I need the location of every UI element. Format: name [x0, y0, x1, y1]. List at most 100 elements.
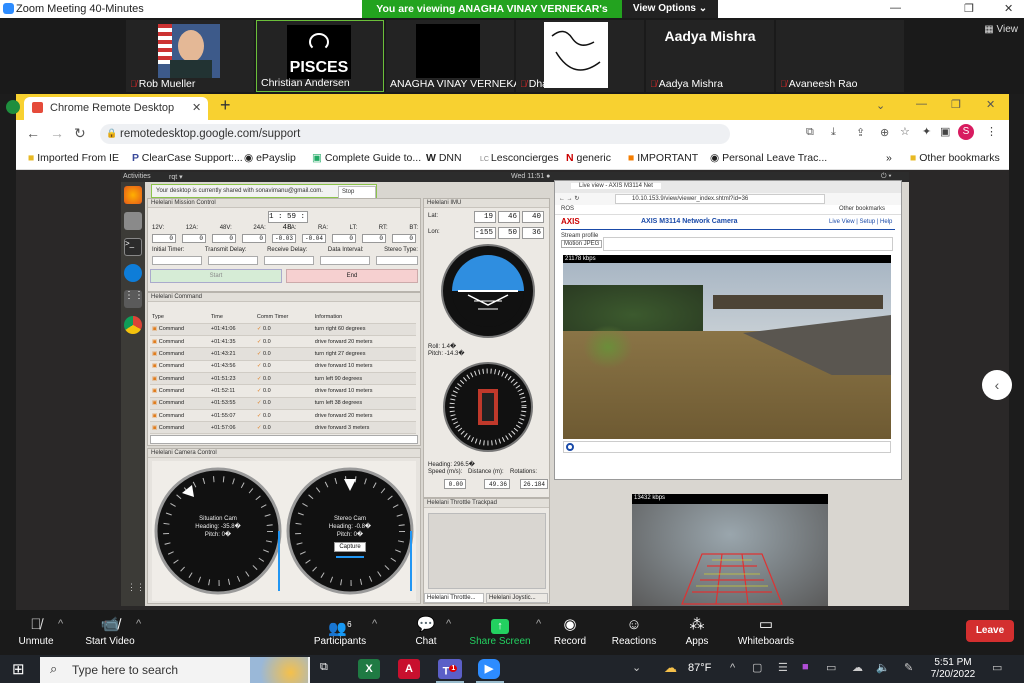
throttle-trackpad[interactable]	[428, 513, 546, 589]
command-row[interactable]: ▣ Command +01:43:56 ✓ 0.0 drive forward 10 …	[150, 360, 416, 373]
download-icon[interactable]: ⤓	[831, 126, 836, 139]
whiteboards-button[interactable]: ▭ Whiteboards	[736, 614, 796, 647]
zoom-taskbar-icon[interactable]: ▶	[478, 659, 500, 679]
chevron-up-icon[interactable]: ^	[730, 662, 735, 674]
speaker-icon[interactable]: 🔈	[876, 661, 890, 674]
participant-tile[interactable]: 🎙̸ Rob Mueller	[126, 20, 254, 92]
bookmark-item[interactable]: ▣ Complete Guide to...	[312, 152, 421, 164]
video-controls[interactable]	[563, 441, 891, 453]
camera-links[interactable]: Live View | Setup | Help	[829, 219, 892, 225]
command-row[interactable]: ▣ Command +01:55:07 ✓ 0.0 drive forward 20 …	[150, 409, 416, 423]
maximize-icon[interactable]: ❐	[964, 2, 974, 15]
play-icon[interactable]	[566, 443, 574, 451]
live-video-feed[interactable]: 21178 kbps	[563, 255, 891, 439]
bookmark-item[interactable]: W DNN	[426, 152, 462, 164]
onedrive-icon[interactable]: ⌄	[632, 661, 641, 674]
chevron-up-icon[interactable]: ^	[136, 618, 141, 630]
participant-tile[interactable]: 🎙̸ Avaneesh Rao	[776, 20, 904, 92]
chat-tray-icon[interactable]: ▭	[826, 661, 836, 674]
profile-avatar[interactable]: S	[958, 124, 974, 140]
other-bookmarks[interactable]: ■ Other bookmarks	[910, 152, 1000, 164]
chevron-up-icon[interactable]: ^	[446, 618, 451, 630]
firefox-icon[interactable]	[124, 186, 142, 204]
stereo-video-feed[interactable]: 13432 kbps	[632, 494, 828, 606]
side-panel-toggle-icon[interactable]: ‹	[982, 370, 1012, 400]
tab-live-view[interactable]: Live view - AXIS M3114 Net	[571, 183, 661, 189]
apps-button[interactable]: ⁂ Apps	[682, 614, 712, 647]
command-row[interactable]: ▣ Command +01:43:21 ✓ 0.0 turn right 27 deg…	[150, 347, 416, 361]
new-tab-icon[interactable]: +	[220, 95, 231, 116]
minimize-icon[interactable]: —	[916, 98, 927, 110]
reload-icon[interactable]: ↻	[74, 125, 86, 142]
task-view-icon[interactable]: ⧉	[320, 661, 328, 674]
chrome-icon[interactable]	[124, 316, 142, 334]
network-icon[interactable]: ☰	[778, 661, 788, 674]
transmit-delay-input[interactable]	[208, 256, 258, 265]
tab-joystick[interactable]: Helelani Joystic...	[486, 593, 548, 603]
reactions-button[interactable]: ☺ Reactions	[608, 614, 660, 647]
participant-tile[interactable]: 🎙̸ Dhanush	[516, 20, 644, 92]
start-video-button[interactable]: 📹̸ Start Video	[82, 614, 138, 647]
bookmark-item[interactable]: N generic	[566, 152, 611, 164]
temperature[interactable]: 87°F	[688, 662, 711, 674]
app-grid-icon[interactable]: ⋮⋮	[124, 290, 144, 308]
tab-chrome-remote-desktop[interactable]: Chrome Remote Desktop ✕	[24, 97, 208, 120]
back-icon[interactable]: ←	[26, 125, 40, 141]
remote-desktop-area[interactable]: Activities rqt ▾ Wed 11:51 ● ⏻ ▾ >_ ⋮⋮ ⋮…	[16, 170, 1012, 610]
teams-icon[interactable]: T1	[438, 659, 462, 679]
chevron-up-icon[interactable]: ^	[372, 618, 377, 630]
excel-icon[interactable]: X	[358, 659, 380, 679]
forward-icon[interactable]: →	[50, 125, 64, 141]
weather-icon[interactable]: ☁	[664, 660, 677, 676]
capture-button[interactable]: Capture	[334, 542, 366, 552]
share-icon[interactable]: ⧉	[806, 126, 814, 139]
windows-start-icon[interactable]: ⊞	[12, 660, 25, 678]
initial-timer-input[interactable]	[152, 256, 202, 265]
bookmark-item[interactable]: ◉ ePayslip	[244, 152, 296, 164]
remote-screen[interactable]: Activities rqt ▾ Wed 11:51 ● ⏻ ▾ >_ ⋮⋮ ⋮…	[121, 172, 909, 606]
stereo-type-input[interactable]	[376, 256, 418, 265]
cast-icon[interactable]: ⇪	[856, 126, 865, 139]
command-row[interactable]: ▣ Command +01:51:23 ✓ 0.0 turn left 90 degr…	[150, 372, 416, 386]
menu-icon[interactable]: ⋮	[986, 125, 997, 138]
minimize-icon[interactable]: —	[890, 2, 901, 14]
record-button[interactable]: ◉ Record	[552, 614, 588, 647]
stream-select[interactable]: Motion JPEG	[561, 240, 603, 248]
participant-tile-active[interactable]: PISCES Christian Andersen	[256, 20, 384, 92]
bookmark-item[interactable]: LC Lesconcierges	[480, 152, 559, 164]
cloud-icon[interactable]: ☁	[852, 661, 863, 674]
command-input[interactable]	[150, 435, 418, 444]
view-layout-button[interactable]: ▦ View	[984, 24, 1018, 35]
extensions-icon[interactable]: ✦	[922, 125, 931, 138]
files-icon[interactable]	[124, 212, 142, 230]
command-row[interactable]: ▣ Command +01:41:35 ✓ 0.0 drive forward 20 …	[150, 335, 416, 349]
bookmark-item[interactable]: ◉ Personal Leave Trac...	[710, 152, 827, 164]
acrobat-icon[interactable]: A	[398, 659, 420, 679]
stereo-slider[interactable]	[336, 556, 364, 558]
bookmark-item[interactable]: ■ IMPORTANT	[628, 152, 698, 164]
command-row[interactable]: ▣ Command +01:53:55 ✓ 0.0 turn left 38 degr…	[150, 397, 416, 410]
bookmark-item[interactable]: ■ Imported From IE	[28, 152, 119, 164]
close-icon[interactable]: ✕	[1004, 2, 1013, 15]
tab-search-icon[interactable]: ⌄	[876, 99, 885, 112]
receive-delay-input[interactable]	[264, 256, 314, 265]
end-button[interactable]: End	[286, 269, 418, 283]
command-row[interactable]: ▣ Command +01:57:06 ✓ 0.0 drive forward 3 m…	[150, 421, 416, 435]
more-bookmarks-button[interactable]: »	[886, 152, 892, 164]
data-interval-input[interactable]	[320, 256, 370, 265]
chevron-up-icon[interactable]: ^	[58, 618, 63, 630]
chat-button[interactable]: 💬 Chat	[410, 614, 442, 647]
url-input[interactable]: remotedesktop.google.com/support	[100, 124, 730, 144]
close-icon[interactable]: ✕	[986, 98, 995, 111]
participant-tile[interactable]: Aadya Mishra 🎙̸ Aadya Mishra	[646, 20, 774, 92]
participants-button[interactable]: 👥6 Participants	[310, 614, 370, 647]
command-row[interactable]: ▣ Command +01:41:06 ✓ 0.0 turn right 60 deg…	[150, 323, 416, 337]
participant-tile[interactable]: ANAGHA VINAY VERNEKAR	[386, 20, 528, 92]
leave-button[interactable]: Leave	[966, 620, 1014, 642]
zoom-icon[interactable]: ⊕	[880, 126, 889, 139]
bookmark-item[interactable]: P ClearCase Support:...	[132, 152, 243, 164]
chevron-up-icon[interactable]: ^	[536, 618, 541, 630]
command-row[interactable]: ▣ Command +01:52:11 ✓ 0.0 drive forward 10 …	[150, 384, 416, 398]
tray-icon[interactable]: ▢	[752, 661, 762, 674]
pen-icon[interactable]: ✎	[904, 661, 913, 674]
